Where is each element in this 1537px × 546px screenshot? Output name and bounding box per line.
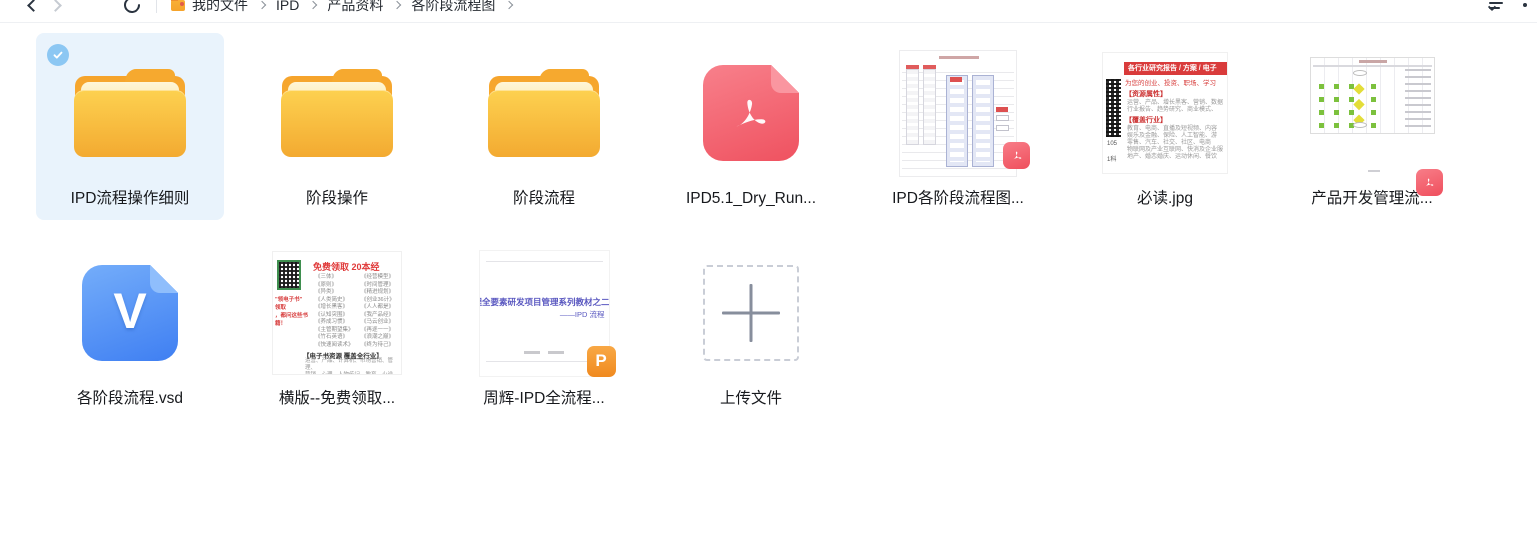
folder-icon xyxy=(281,69,393,157)
upload-file-tile[interactable]: 上传文件 xyxy=(657,233,845,420)
file-label: 阶段操作 xyxy=(306,189,368,208)
chevron-right-icon xyxy=(309,1,317,9)
sort-icon[interactable] xyxy=(1489,0,1509,14)
file-label: 产品开发管理流... xyxy=(1311,189,1432,208)
pdf-badge-icon xyxy=(1416,169,1443,196)
image-thumbnail: 免费领取 20本经 《三体》 《原则》 《异类》 《人类简史》 《增长黑客》 《… xyxy=(272,251,402,375)
file-label: 阶段流程 xyxy=(513,189,575,208)
thumb-title: 程全要素研发项目管理系列教材之二 xyxy=(479,296,607,308)
thumb-title: 免费领取 20本经 xyxy=(313,260,380,273)
thumb-text: 运营、产品、增长黑客、营销、数据 行业报告、趋势研究、商业模式、 xyxy=(1127,100,1223,114)
thumb-text: 为您的创业、投资、职场、学习 xyxy=(1125,80,1216,87)
thumb-text: ——IPD 流程 xyxy=(560,309,605,320)
upload-label: 上传文件 xyxy=(720,389,782,408)
file-grid: IPD流程操作细则 阶段操作 阶段流程 xyxy=(0,23,1537,420)
thumb-text: 105 xyxy=(1107,141,1117,148)
file-label: 必读.jpg xyxy=(1137,189,1193,208)
file-label: 各阶段流程.vsd xyxy=(77,389,183,408)
more-icon[interactable] xyxy=(1523,3,1527,7)
thumb-section-title: 【覆盖行业】 xyxy=(1125,117,1167,124)
pdf-badge-icon xyxy=(1003,142,1030,169)
plus-icon xyxy=(705,267,797,359)
file-label: IPD流程操作细则 xyxy=(71,189,190,208)
file-label: 横版--免费领取... xyxy=(279,389,395,408)
forward-button[interactable] xyxy=(44,0,66,16)
thumb-text: 教育、电商、直播及短视频、内容 娱乐及金融、保险、人工智能、游 零售、汽车、社交… xyxy=(1127,126,1223,161)
thumb-section-title: 【资源属性】 xyxy=(1125,91,1167,98)
thumb-text: 1科 xyxy=(1107,157,1116,164)
breadcrumb-item-current[interactable]: 各阶段流程图 xyxy=(411,0,495,15)
chevron-right-icon xyxy=(505,1,513,9)
file-label: IPD各阶段流程图... xyxy=(892,189,1024,208)
back-button[interactable] xyxy=(22,0,44,16)
qr-code xyxy=(1106,79,1121,137)
visio-letter: V xyxy=(113,282,146,340)
file-label: IPD5.1_Dry_Run... xyxy=(686,189,816,208)
thumb-text: 运营、产品、计算机、市场营销、管理、 营销、心理、人物传记、教育、小说、 xyxy=(305,358,401,375)
toolbar: 我的文件 IPD 产品资料 各阶段流程图 xyxy=(0,0,1537,23)
image-thumbnail: 105 1科 各行业研究报告 / 方案 / 电子 为您的创业、投资、职场、学习 … xyxy=(1102,52,1228,174)
file-tile-folder[interactable]: 阶段操作 xyxy=(243,33,431,220)
toolbar-divider xyxy=(156,0,157,13)
refresh-icon[interactable] xyxy=(121,0,144,16)
file-tile-image[interactable]: 免费领取 20本经 《三体》 《原则》 《异类》 《人类简史》 《增长黑客》 《… xyxy=(243,233,431,420)
breadcrumb-item[interactable]: 产品资料 xyxy=(327,0,383,15)
chevron-right-icon xyxy=(258,1,266,9)
breadcrumb-item-root[interactable]: 我的文件 xyxy=(192,0,248,15)
folder-icon xyxy=(74,69,186,157)
pdf-file-icon xyxy=(703,65,799,161)
upload-dropzone[interactable] xyxy=(703,265,799,361)
folder-icon xyxy=(488,69,600,157)
thumb-text: 《经营模型》 《时间管理》 《精进规划》 《创业36计》 《人人都是》 《我产品… xyxy=(361,274,395,349)
file-tile-pdf-image[interactable]: 产品开发管理流... xyxy=(1278,33,1466,220)
back-icon xyxy=(27,0,40,11)
file-tile-pdf-image[interactable]: IPD各阶段流程图... xyxy=(864,33,1052,220)
breadcrumb: 我的文件 IPD 产品资料 各阶段流程图 xyxy=(171,0,523,15)
file-tile-folder[interactable]: IPD流程操作细则 xyxy=(36,33,224,220)
acrobat-logo-icon xyxy=(724,88,778,138)
file-tile-ppt[interactable]: 程全要素研发项目管理系列教材之二 ——IPD 流程 P 周辉-IPD全流程... xyxy=(450,233,638,420)
document-thumbnail xyxy=(1310,57,1435,134)
file-tile-pdf[interactable]: IPD5.1_Dry_Run... xyxy=(657,33,845,220)
forward-icon xyxy=(49,0,62,11)
folder-icon xyxy=(171,0,185,11)
visio-file-icon: V xyxy=(82,265,178,361)
qr-code xyxy=(277,260,301,290)
thumb-text: 《三体》 《原则》 《异类》 《人类简史》 《增长黑客》 《认知突围》 《养成习… xyxy=(315,274,354,349)
chevron-right-icon xyxy=(393,1,401,9)
file-label: 周辉-IPD全流程... xyxy=(483,389,604,408)
ppt-badge-icon: P xyxy=(587,346,616,377)
thumb-text: "领电子书" 领取 ，都问这些书 籍！ xyxy=(275,296,311,328)
document-thumbnail xyxy=(899,50,1017,177)
breadcrumb-item[interactable]: IPD xyxy=(276,0,299,13)
selected-check-icon[interactable] xyxy=(47,44,69,66)
file-tile-visio[interactable]: V 各阶段流程.vsd xyxy=(36,233,224,420)
file-tile-image[interactable]: 105 1科 各行业研究报告 / 方案 / 电子 为您的创业、投资、职场、学习 … xyxy=(1071,33,1259,220)
thumb-banner: 各行业研究报告 / 方案 / 电子 xyxy=(1124,62,1228,75)
file-tile-folder[interactable]: 阶段流程 xyxy=(450,33,638,220)
